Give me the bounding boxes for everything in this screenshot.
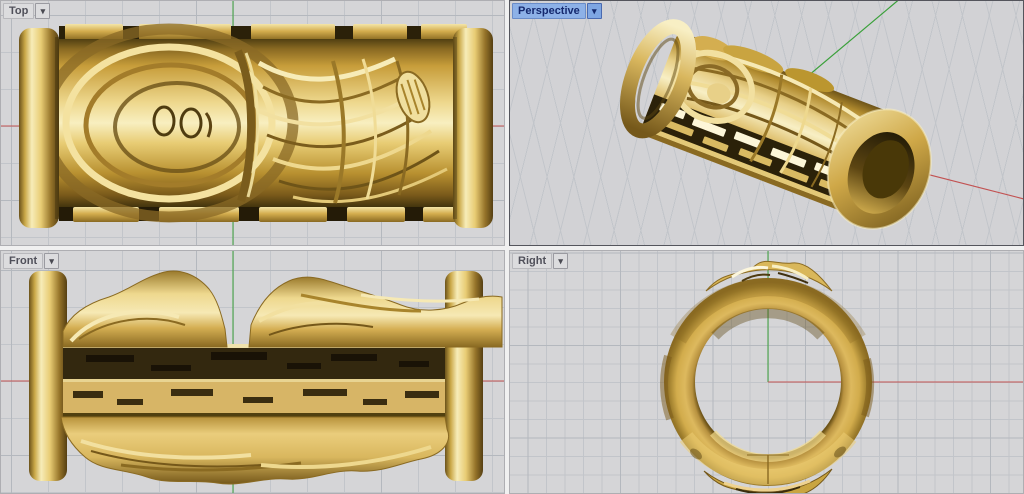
chevron-down-icon[interactable]: ▾ (553, 253, 568, 269)
viewport-title-right[interactable]: Right (512, 253, 552, 269)
right-view-canvas (510, 251, 1023, 493)
viewport-front[interactable]: Front ▾ (0, 250, 505, 494)
viewport-label-top: Top ▾ (3, 3, 50, 19)
chevron-down-icon[interactable]: ▾ (44, 253, 59, 269)
cad-four-viewport-workspace: Top ▾ (0, 0, 1024, 494)
viewport-label-right: Right ▾ (512, 253, 568, 269)
viewport-title-perspective[interactable]: Perspective (512, 3, 586, 19)
chevron-down-icon[interactable]: ▾ (587, 3, 602, 19)
viewport-label-front: Front ▾ (3, 253, 59, 269)
gold-bead-model-top[interactable] (19, 24, 493, 228)
viewport-title-front[interactable]: Front (3, 253, 43, 269)
viewport-title-top[interactable]: Top (3, 3, 34, 19)
viewport-perspective[interactable]: Perspective ▾ (509, 0, 1024, 246)
viewport-label-perspective: Perspective ▾ (512, 3, 602, 19)
top-view-canvas (1, 1, 504, 245)
gold-bead-model-perspective[interactable] (611, 13, 950, 244)
perspective-view-canvas (510, 1, 1023, 245)
viewport-top[interactable]: Top ▾ (0, 0, 505, 246)
front-view-canvas (1, 251, 504, 493)
chevron-down-icon[interactable]: ▾ (35, 3, 50, 19)
gold-bead-model-front[interactable] (29, 271, 502, 484)
viewport-right[interactable]: Right ▾ (509, 250, 1024, 494)
